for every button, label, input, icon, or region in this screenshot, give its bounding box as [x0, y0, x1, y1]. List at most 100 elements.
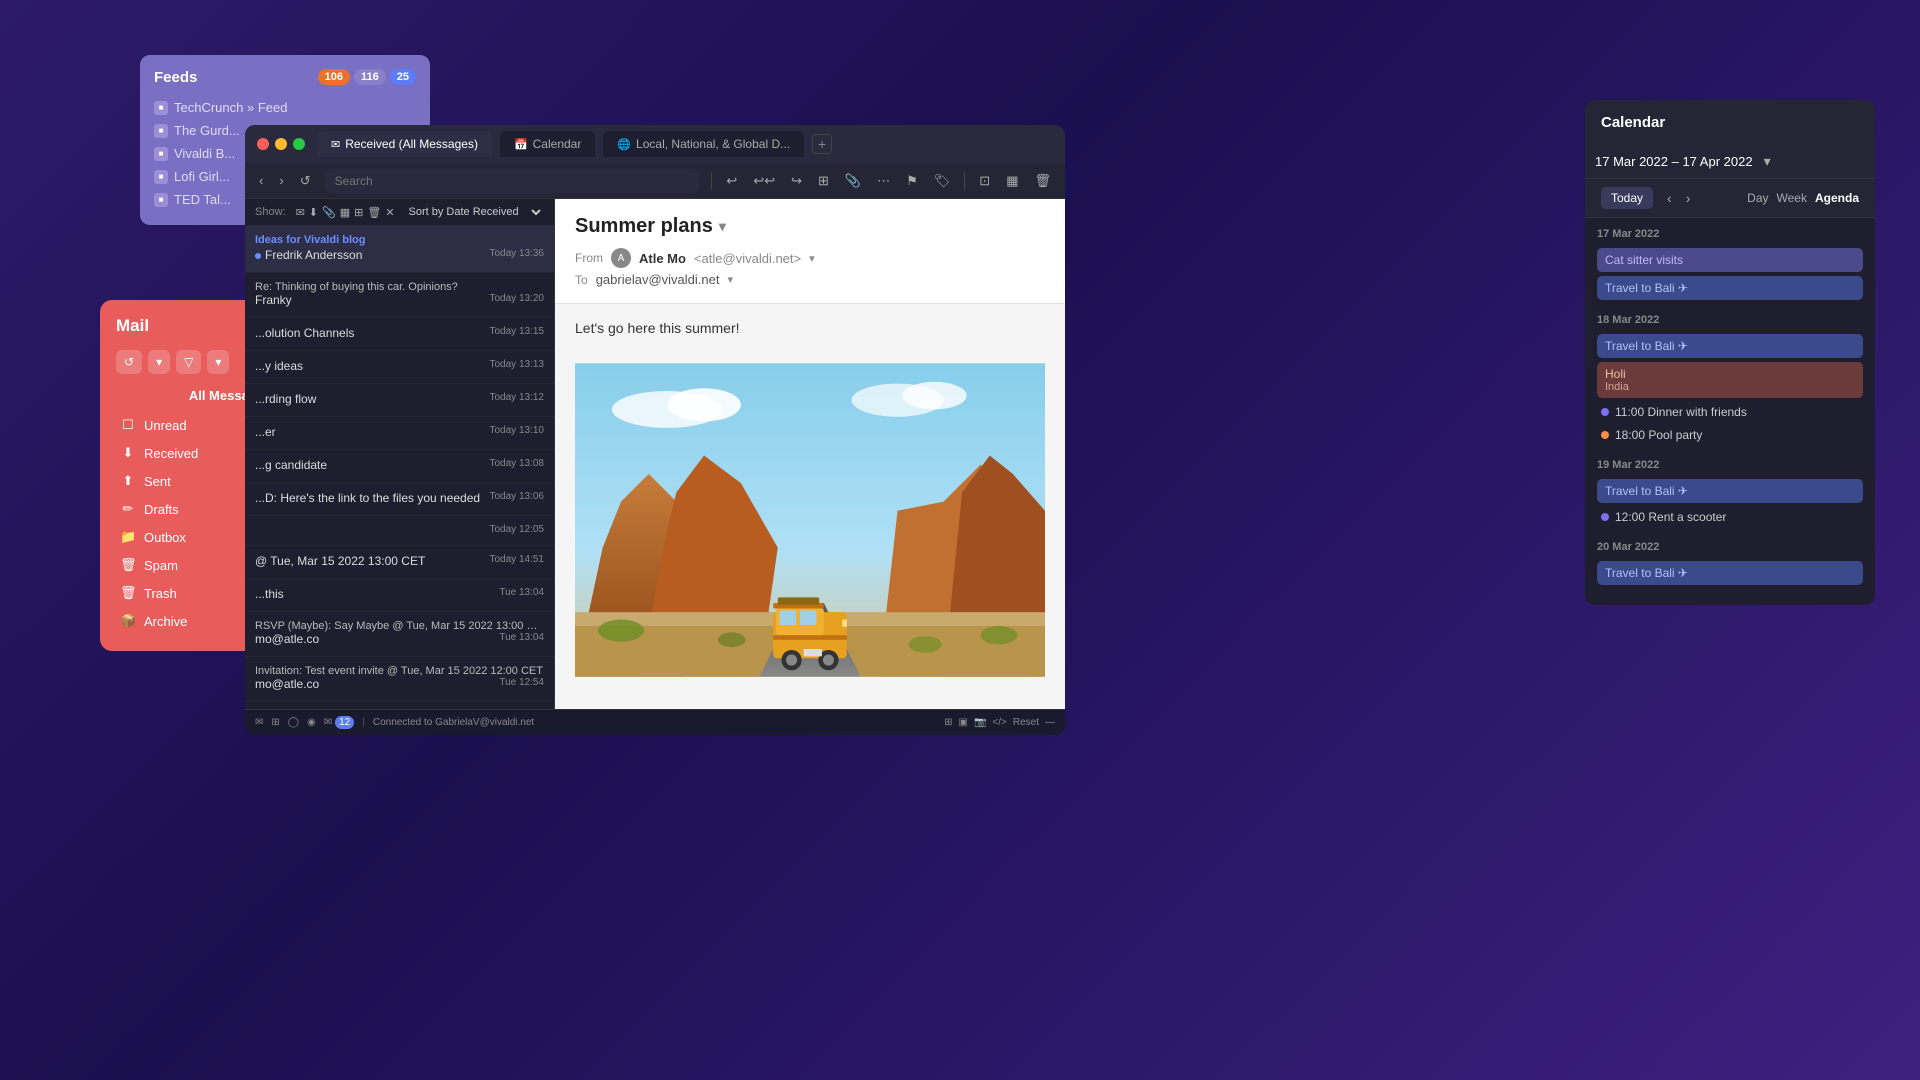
dinner-dot — [1601, 408, 1609, 416]
cal-event-scooter[interactable]: 12:00 Rent a scooter — [1597, 507, 1863, 527]
message-item-12[interactable]: RSVP (Maybe): Say Maybe @ Tue, Mar 15 20… — [245, 612, 554, 657]
filter-icon-6[interactable]: 🗑 — [367, 206, 381, 219]
feed-label-2: The Gurd... — [174, 123, 240, 138]
connection-status: Connected to GabrielaV@vivaldi.net — [373, 717, 534, 728]
mail-filter-btn[interactable]: ▽ — [176, 350, 201, 374]
filter-icon-4[interactable]: ▦ — [340, 206, 350, 219]
reply-all-button[interactable]: ↩↩ — [747, 169, 781, 193]
tab-received[interactable]: ✉ Received (All Messages) — [317, 131, 492, 157]
message-item-2[interactable]: Re: Thinking of buying this car. Opinion… — [245, 273, 554, 318]
sender-expand-icon[interactable]: ▾ — [809, 252, 815, 265]
tab-news[interactable]: 🌐 Local, National, & Global D... — [603, 131, 804, 157]
statusbar-right-icons: ⊞ ▣ 📷 </> Reset — — [944, 717, 1055, 728]
forward-email-button[interactable]: ↪ — [785, 169, 808, 193]
attachment-button[interactable]: 📎 — [839, 169, 867, 193]
cal-day-18mar: 18 Mar 2022 Travel to Bali ✈ Holi India … — [1597, 312, 1863, 445]
sort-select[interactable]: Sort by Date Received — [405, 205, 544, 219]
flag-button[interactable]: ⚑ — [900, 169, 924, 193]
cal-event-holi-subtitle: India — [1605, 381, 1855, 393]
statusbar-reset-label[interactable]: Reset — [1013, 717, 1039, 728]
cal-view-agenda[interactable]: Agenda — [1815, 189, 1859, 207]
refresh-button[interactable]: ↺ — [294, 169, 317, 193]
message-item-7[interactable]: ...g candidate Today 13:08 — [245, 450, 554, 483]
cal-event-cat-sitter[interactable]: Cat sitter visits — [1597, 248, 1863, 272]
msg-subject-2: Re: Thinking of buying this car. Opinion… — [255, 281, 544, 293]
search-input[interactable] — [325, 169, 700, 193]
cal-event-travel-1[interactable]: Travel to Bali ✈ — [1597, 276, 1863, 300]
statusbar-layout-icon: ⊞ — [271, 717, 279, 728]
mail-count-icon: ✉ — [324, 717, 332, 728]
tab-news-icon: 🌐 — [617, 138, 631, 151]
recipient-email: gabrielav@vivaldi.net — [596, 272, 720, 287]
filter-toolbar-button[interactable]: ⊡ — [973, 169, 996, 193]
message-item-4[interactable]: ...y ideas Today 13:13 — [245, 351, 554, 384]
more-button[interactable]: ⋯ — [871, 169, 896, 193]
cal-event-travel-3[interactable]: Travel to Bali ✈ — [1597, 479, 1863, 503]
message-item-8[interactable]: ...D: Here's the link to the files you n… — [245, 483, 554, 516]
filter-icon-5[interactable]: ⊞ — [354, 206, 363, 219]
msg-time-10: Today 14:51 — [490, 554, 545, 568]
cal-event-travel-2[interactable]: Travel to Bali ✈ — [1597, 334, 1863, 358]
back-button[interactable]: ‹ — [253, 169, 269, 192]
message-item-5[interactable]: ...rding flow Today 13:12 — [245, 384, 554, 417]
layout-button[interactable]: ▦ — [1000, 169, 1024, 193]
filter-icon-1[interactable]: ✉ — [296, 206, 305, 219]
filter-icon-7[interactable]: ✕ — [385, 206, 394, 219]
calendar-next-btn[interactable]: › — [1680, 188, 1697, 208]
calendar-prev-btn[interactable]: ‹ — [1661, 188, 1678, 208]
cal-view-week[interactable]: Week — [1777, 189, 1807, 207]
msg-item-top-1: Fredrik Andersson Today 13:36 — [255, 248, 544, 262]
message-item-1[interactable]: Ideas for Vivaldi blog Fredrik Andersson… — [245, 226, 554, 273]
cal-view-day[interactable]: Day — [1747, 189, 1768, 207]
today-button[interactable]: Today — [1601, 187, 1653, 209]
message-item-3[interactable]: ...olution Channels Today 13:15 — [245, 318, 554, 351]
minimize-button[interactable] — [275, 138, 287, 150]
feed-item-1[interactable]: ■ TechCrunch » Feed — [154, 96, 416, 119]
msg-sender-10: @ Tue, Mar 15 2022 13:00 CET — [255, 554, 425, 568]
cal-event-pool[interactable]: 18:00 Pool party — [1597, 425, 1863, 445]
cal-day-label-18mar: 18 Mar 2022 — [1597, 312, 1863, 328]
calendar-dropdown-btn[interactable]: ▾ — [1759, 151, 1776, 172]
cal-event-holi[interactable]: Holi India — [1597, 362, 1863, 398]
filter-icon-2[interactable]: ⬇ — [309, 206, 318, 219]
forward-button[interactable]: › — [273, 169, 289, 192]
cal-event-dinner[interactable]: 11:00 Dinner with friends — [1597, 402, 1863, 422]
new-tab-button[interactable]: + — [812, 134, 832, 154]
calendar-view-options: Day Week Agenda — [1747, 189, 1859, 207]
calendar-header: Calendar — [1585, 100, 1875, 145]
tab-calendar-icon: 📅 — [514, 138, 528, 151]
filter-icon-3[interactable]: 📎 — [322, 206, 336, 219]
outbox-icon: 📁 — [120, 529, 136, 545]
msg-category: Ideas for Vivaldi blog — [255, 234, 544, 246]
reply-button[interactable]: ↩ — [720, 169, 743, 193]
calendar-date-range: 17 Mar 2022 – 17 Apr 2022 ▾ — [1585, 145, 1875, 179]
tag-button[interactable]: 🏷 — [928, 169, 957, 193]
mail-dropdown-btn[interactable]: ▾ — [148, 350, 170, 374]
drafts-icon: ✏ — [120, 501, 136, 517]
message-item-11[interactable]: ...this Tue 13:04 — [245, 579, 554, 612]
msg-subject-12: RSVP (Maybe): Say Maybe @ Tue, Mar 15 20… — [255, 620, 544, 632]
message-item-6[interactable]: ...er Today 13:10 — [245, 417, 554, 450]
msg-subject-13: Invitation: Test event invite @ Tue, Mar… — [255, 665, 544, 677]
msg-sender-1: Fredrik Andersson — [255, 248, 362, 262]
close-button[interactable] — [257, 138, 269, 150]
traffic-lights — [257, 138, 305, 150]
message-item-10[interactable]: @ Tue, Mar 15 2022 13:00 CET Today 14:51 — [245, 546, 554, 579]
feeds-badge-3: 25 — [390, 69, 416, 85]
recipient-expand-icon[interactable]: ▾ — [727, 273, 733, 286]
mail-nav-unread-label: Unread — [144, 418, 187, 433]
tab-calendar[interactable]: 📅 Calendar — [500, 131, 595, 157]
mail-refresh-btn[interactable]: ↺ — [116, 350, 142, 374]
email-from-row: From A Atle Mo <atle@vivaldi.net> ▾ — [575, 248, 1045, 268]
cal-day-17mar: 17 Mar 2022 Cat sitter visits Travel to … — [1597, 226, 1863, 300]
cal-event-travel-4[interactable]: Travel to Bali ✈ — [1597, 561, 1863, 585]
message-item-9[interactable]: Today 12:05 — [245, 516, 554, 546]
delete-button[interactable]: 🗑 — [1028, 169, 1057, 193]
mail-filter2-btn[interactable]: ▾ — [207, 350, 229, 374]
message-item-13[interactable]: Invitation: Test event invite @ Tue, Mar… — [245, 657, 554, 702]
maximize-button[interactable] — [293, 138, 305, 150]
calendar-title: Calendar — [1601, 114, 1665, 131]
cal-event-holi-title: Holi — [1605, 367, 1855, 381]
move-button[interactable]: ⊞ — [812, 169, 835, 193]
msg-item-top-5: ...rding flow Today 13:12 — [255, 392, 544, 406]
